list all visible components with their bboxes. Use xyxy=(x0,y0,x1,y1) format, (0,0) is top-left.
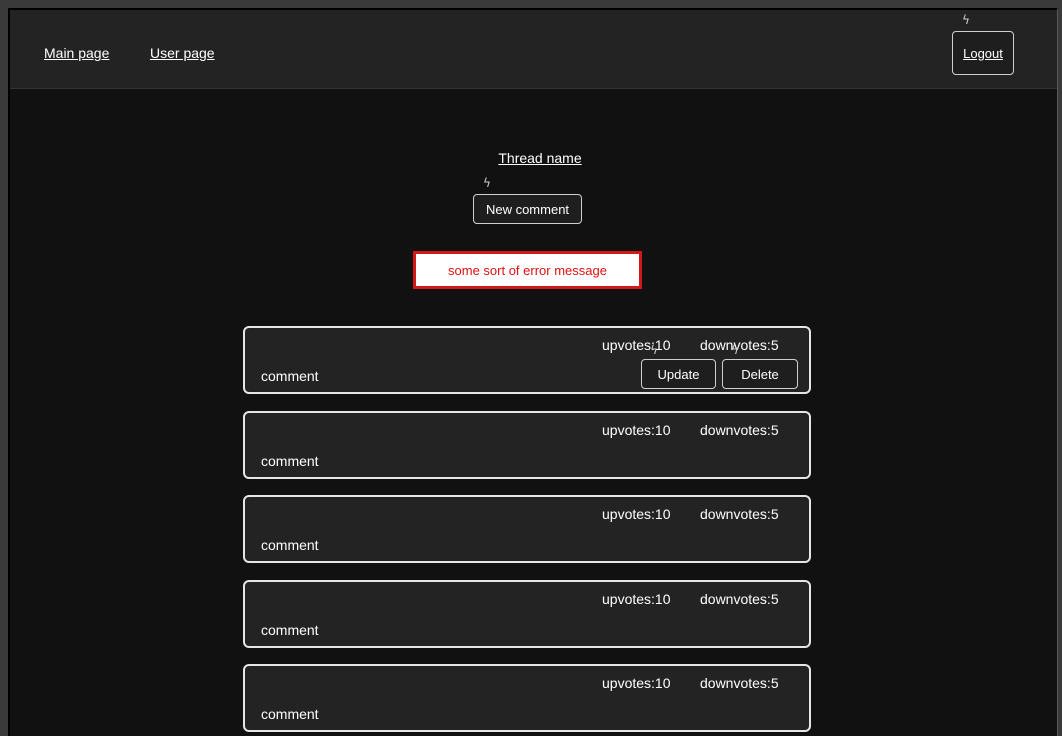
upvotes-count: upvotes:10 xyxy=(602,422,671,438)
upvotes-count: upvotes:10 xyxy=(602,337,671,353)
app-frame: Main page User page ϟ Logout Thread name… xyxy=(8,8,1058,736)
comment-text: comment xyxy=(261,453,319,469)
bolt-icon: ϟ xyxy=(650,343,658,357)
comment-card: upvotes:10 downvotes:5 comment xyxy=(243,664,811,732)
downvotes-count: downvotes:5 xyxy=(700,675,779,691)
delete-button[interactable]: Delete xyxy=(722,359,798,389)
logout-button[interactable]: Logout xyxy=(952,31,1014,75)
comment-card: upvotes:10 downvotes:5 comment xyxy=(243,580,811,648)
comment-text: comment xyxy=(261,622,319,638)
comment-card: upvotes:10 downvotes:5 comment xyxy=(243,411,811,479)
bolt-icon: ϟ xyxy=(483,176,491,190)
comment-card: upvotes:10 downvotes:5 comment ϟ ϟ Updat… xyxy=(243,326,811,394)
upvotes-count: upvotes:10 xyxy=(602,506,671,522)
upvotes-count: upvotes:10 xyxy=(602,675,671,691)
user-page-link[interactable]: User page xyxy=(150,45,215,61)
downvotes-count: downvotes:5 xyxy=(700,591,779,607)
bolt-icon: ϟ xyxy=(962,13,970,27)
downvotes-count: downvotes:5 xyxy=(700,506,779,522)
top-navbar: Main page User page ϟ Logout xyxy=(10,10,1057,89)
main-page-link[interactable]: Main page xyxy=(44,45,109,61)
error-message-box: some sort of error message xyxy=(413,251,642,289)
thread-name-title: Thread name xyxy=(498,150,582,166)
downvotes-count: downvotes:5 xyxy=(700,337,779,353)
downvotes-count: downvotes:5 xyxy=(700,422,779,438)
update-button[interactable]: Update xyxy=(641,359,716,389)
comment-text: comment xyxy=(261,706,319,722)
comment-text: comment xyxy=(261,537,319,553)
comment-text: comment xyxy=(261,368,319,384)
upvotes-count: upvotes:10 xyxy=(602,591,671,607)
comment-card: upvotes:10 downvotes:5 comment xyxy=(243,495,811,563)
bolt-icon: ϟ xyxy=(731,343,739,357)
new-comment-button[interactable]: New comment xyxy=(473,194,582,224)
